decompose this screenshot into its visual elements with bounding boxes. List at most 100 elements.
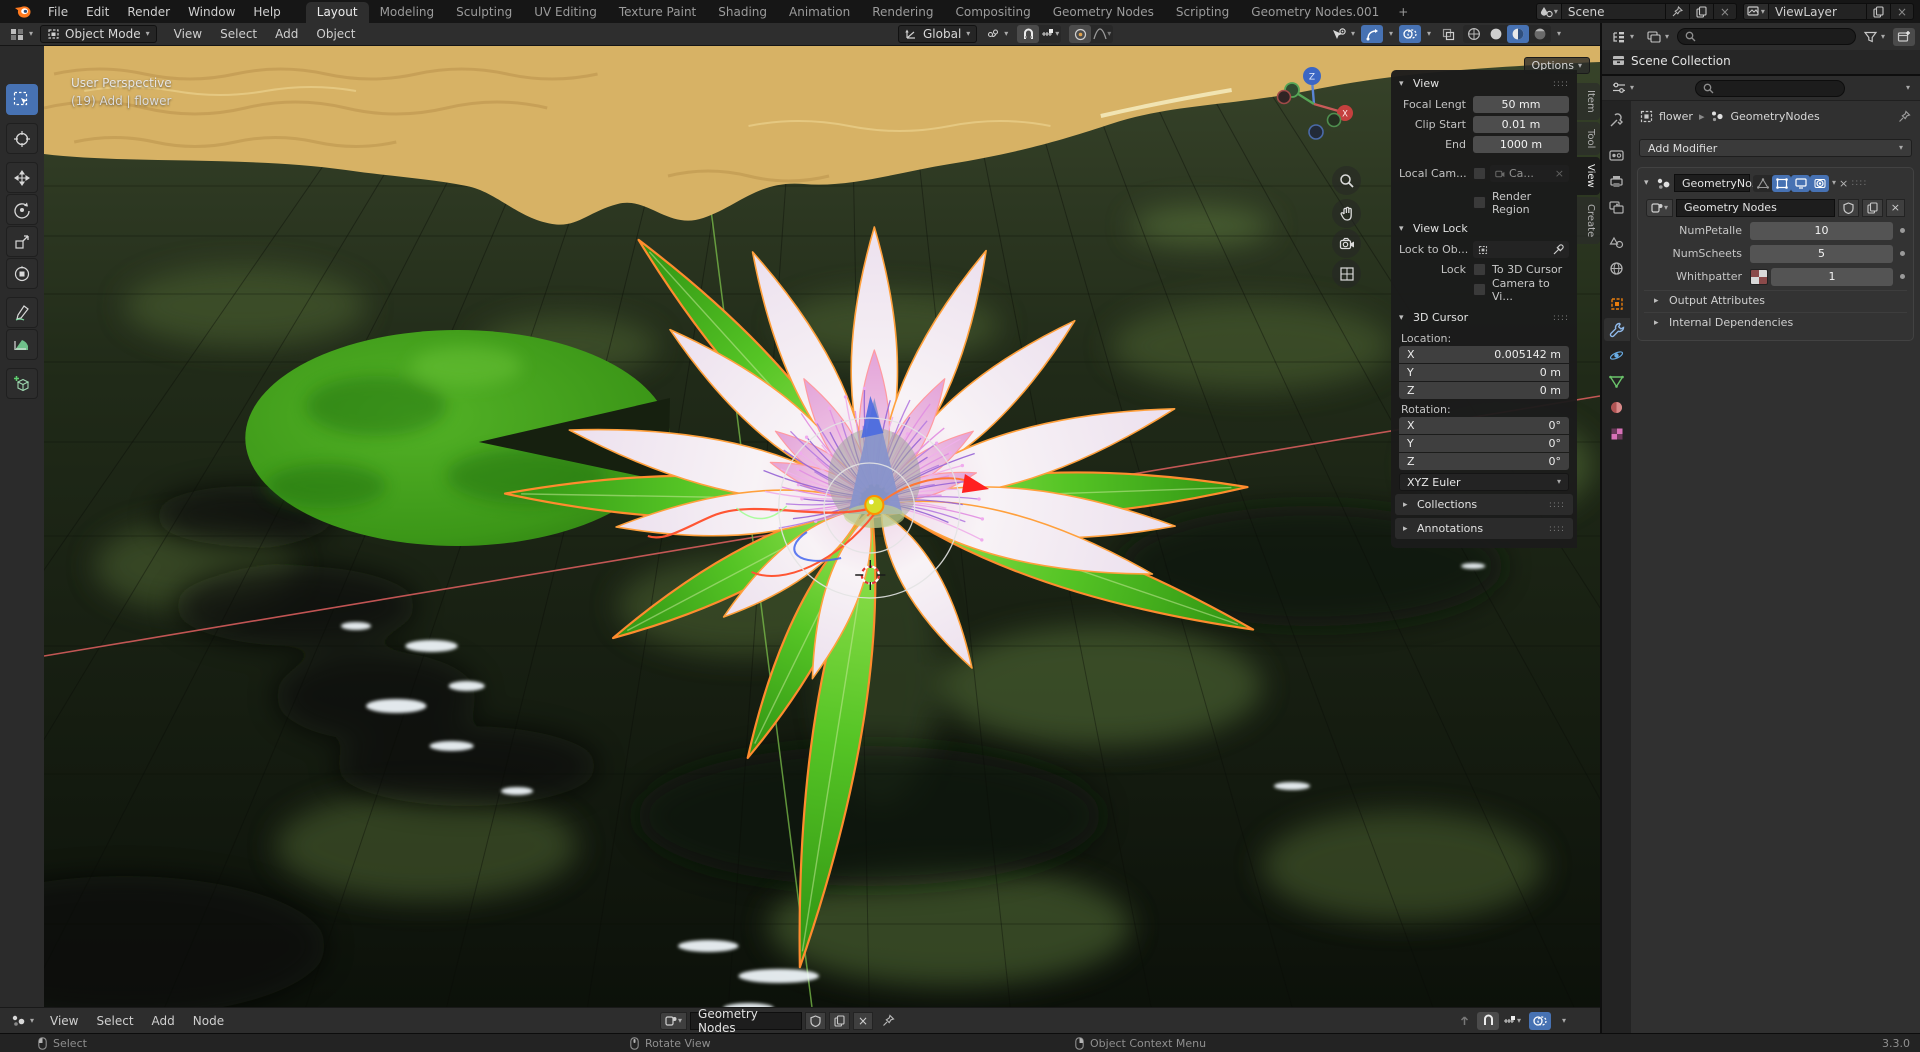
scene-pin-icon[interactable]: [1665, 3, 1690, 20]
num-petalle-field[interactable]: 10: [1750, 221, 1893, 240]
tab-output[interactable]: [1604, 170, 1630, 193]
tab-scripting[interactable]: Scripting: [1165, 2, 1240, 23]
menu-select[interactable]: Select: [88, 1014, 143, 1028]
tool-move[interactable]: [6, 162, 38, 193]
3d-cursor-section-header[interactable]: ▾ 3D Cursor::::: [1391, 307, 1577, 328]
output-attributes-subpanel[interactable]: ▸ Output Attributes: [1644, 290, 1907, 310]
xray-toggle[interactable]: [1437, 25, 1459, 43]
menu-file[interactable]: File: [39, 5, 77, 19]
properties-options-dropdown[interactable]: ▾: [1901, 83, 1915, 93]
tab-geometry-nodes-001[interactable]: Geometry Nodes.001: [1240, 2, 1390, 23]
sidebar-tab-tool[interactable]: Tool: [1577, 121, 1600, 156]
unlink-node-group-button[interactable]: ×: [853, 1011, 874, 1030]
navigation-gizmo[interactable]: Z X: [1272, 62, 1356, 146]
pivot-point-dropdown[interactable]: ▾: [981, 27, 1013, 42]
tab-world[interactable]: [1604, 257, 1630, 280]
decorator-dot[interactable]: [1900, 228, 1905, 233]
proportional-editing-toggle[interactable]: [1069, 25, 1092, 43]
to-3d-cursor-checkbox[interactable]: [1473, 263, 1486, 276]
expand-icon[interactable]: ▾: [1644, 178, 1653, 188]
modifier-realtime-toggle[interactable]: [1791, 174, 1810, 192]
render-region-checkbox[interactable]: [1473, 196, 1486, 209]
node-group-browse-button[interactable]: ▾: [660, 1011, 688, 1030]
menu-node[interactable]: Node: [184, 1014, 233, 1028]
editor-type-button[interactable]: ▾: [5, 27, 38, 42]
tab-rendering[interactable]: Rendering: [861, 2, 944, 23]
cursor-location-x[interactable]: X 0.005142 m: [1399, 346, 1569, 363]
node-group-name-field[interactable]: Geometry Nodes: [690, 1007, 803, 1035]
outliner-item-scene-collection[interactable]: Scene Collection: [1602, 50, 1920, 71]
scene-new-button[interactable]: [1689, 3, 1714, 20]
view-section-header[interactable]: ▾ View::::: [1391, 73, 1577, 94]
pan-tool-button[interactable]: [1332, 199, 1361, 228]
cursor-rotation-y[interactable]: Y 0°: [1399, 435, 1569, 452]
tool-annotate[interactable]: [6, 297, 38, 328]
gizmo-neg-y-axis[interactable]: [1326, 112, 1342, 128]
view-lock-section-header[interactable]: ▾ View Lock: [1391, 218, 1577, 239]
gizmo-neg-z-axis[interactable]: [1308, 124, 1324, 140]
whithpatter-field[interactable]: 1: [1771, 267, 1893, 286]
outliner-display-mode-button[interactable]: ▾: [1642, 30, 1674, 44]
overlays-toggle[interactable]: [1399, 25, 1422, 43]
modifier-render-toggle[interactable]: [1810, 174, 1829, 192]
modifier-edit-mode-toggle[interactable]: [1772, 174, 1791, 192]
camera-to-view-checkbox[interactable]: [1473, 283, 1486, 296]
add-workspace-button[interactable]: +: [1390, 2, 1416, 23]
focal-length-field[interactable]: 50 mm: [1473, 96, 1569, 113]
drag-dots-icon[interactable]: ::::: [1549, 500, 1565, 510]
shading-solid-button[interactable]: [1485, 25, 1507, 43]
local-camera-field[interactable]: Ca... ×: [1490, 165, 1569, 182]
new-collection-button[interactable]: [1893, 27, 1915, 46]
overlays-dropdown[interactable]: ▾: [1422, 29, 1436, 39]
snap-toggle[interactable]: [1017, 25, 1040, 43]
scene-unlink-button[interactable]: ×: [1713, 3, 1737, 20]
pin-icon[interactable]: [882, 1014, 895, 1027]
tool-box-select[interactable]: [6, 84, 38, 115]
menu-add[interactable]: Add: [266, 27, 307, 41]
breadcrumb-node-group[interactable]: GeometryNodes: [1730, 110, 1819, 123]
drag-dots-icon[interactable]: ::::: [1553, 79, 1569, 89]
menu-window[interactable]: Window: [179, 5, 244, 19]
go-to-parent-button[interactable]: [1453, 1012, 1475, 1030]
gizmos-dropdown[interactable]: ▾: [1384, 29, 1398, 39]
tab-texture-paint[interactable]: Texture Paint: [608, 2, 707, 23]
tool-transform[interactable]: [6, 258, 38, 289]
menu-add[interactable]: Add: [143, 1014, 184, 1028]
drag-dots-icon[interactable]: ::::: [1553, 313, 1569, 323]
viewlayer-new-button[interactable]: [1866, 3, 1891, 20]
scene-browse-button[interactable]: ▾: [1535, 3, 1562, 20]
tab-view-layer[interactable]: [1604, 196, 1630, 219]
internal-dependencies-subpanel[interactable]: ▸ Internal Dependencies: [1644, 312, 1907, 332]
menu-render[interactable]: Render: [118, 5, 179, 19]
tool-measure[interactable]: [6, 329, 38, 360]
viewlayer-browse-button[interactable]: ▾: [1742, 3, 1769, 20]
tab-animation[interactable]: Animation: [778, 2, 861, 23]
menu-object[interactable]: Object: [307, 27, 364, 41]
node-group-browse-button[interactable]: ▾: [1646, 198, 1674, 217]
properties-search-input[interactable]: [1695, 79, 1845, 97]
decorator-dot[interactable]: [1900, 251, 1905, 256]
node-editor-type-button[interactable]: ▾: [6, 1013, 39, 1028]
tab-scene[interactable]: [1604, 231, 1630, 254]
menu-select[interactable]: Select: [211, 27, 266, 41]
breadcrumb-object[interactable]: flower: [1659, 110, 1693, 123]
decorator-dot[interactable]: [1900, 274, 1905, 279]
cursor-location-z[interactable]: Z0 m: [1399, 382, 1569, 399]
zoom-tool-button[interactable]: [1332, 166, 1361, 195]
rotation-mode-dropdown[interactable]: XYZ Euler ▾: [1399, 473, 1569, 491]
modifier-extras-dropdown[interactable]: ▾: [1832, 179, 1836, 187]
viewport-scene[interactable]: User Perspective (19) Add | flower Optio…: [44, 46, 1600, 1007]
tab-physics[interactable]: [1604, 344, 1630, 367]
cursor-rotation-x[interactable]: X 0°: [1399, 417, 1569, 434]
viewlayer-name-field[interactable]: ViewLayer: [1768, 3, 1867, 20]
duplicate-node-group-button[interactable]: [1861, 198, 1883, 217]
pin-icon[interactable]: [1898, 109, 1911, 123]
tool-rotate[interactable]: [6, 194, 38, 225]
shading-wireframe-button[interactable]: [1463, 25, 1485, 43]
tab-sculpting[interactable]: Sculpting: [445, 2, 523, 23]
mode-dropdown[interactable]: Object Mode ▾: [40, 25, 157, 43]
collections-section-header[interactable]: ▸ Collections::::: [1395, 494, 1573, 515]
unlink-node-group-button[interactable]: ×: [1885, 198, 1905, 217]
tab-uv-editing[interactable]: UV Editing: [523, 2, 608, 23]
tab-modeling[interactable]: Modeling: [369, 2, 446, 23]
